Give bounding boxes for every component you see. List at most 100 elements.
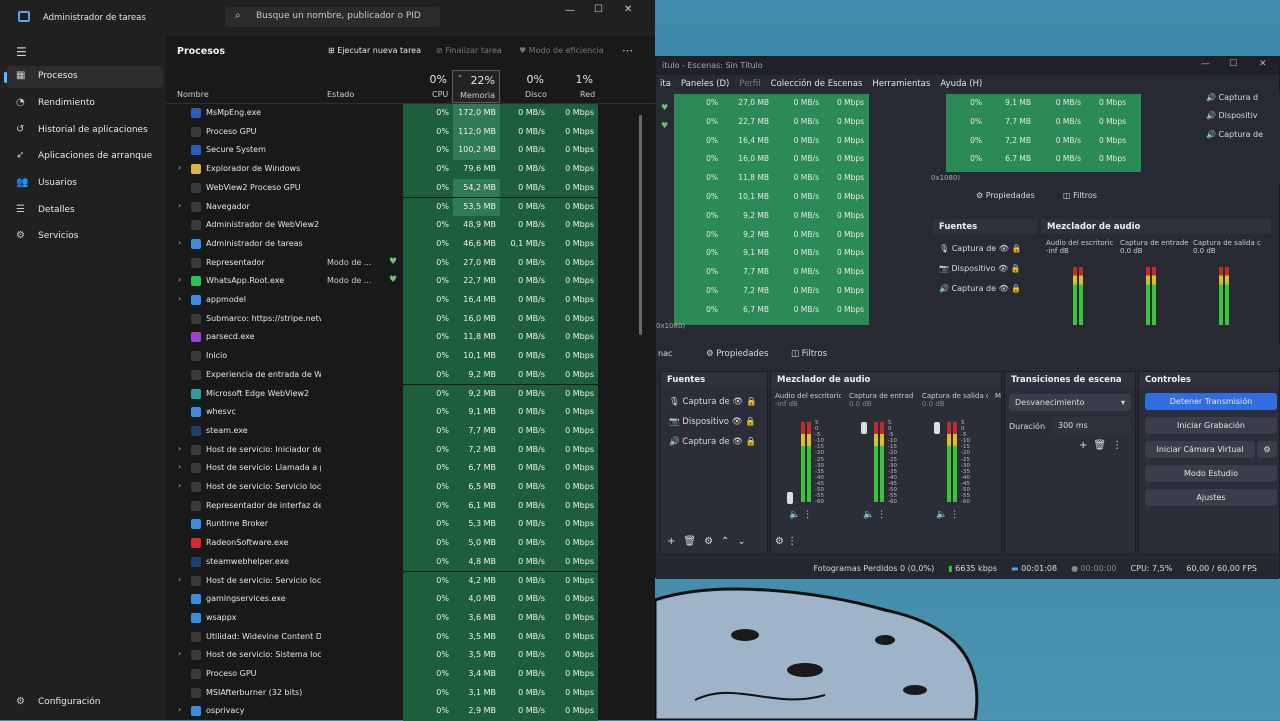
transition-select[interactable]: Desvanecimiento ▾ <box>1009 394 1131 411</box>
nav-settings[interactable]: ⚙ Configuración <box>6 692 163 714</box>
table-row[interactable]: › WhatsApp.Root.exe Modo de ... ♥ 0% 22,7 MB 0… <box>166 272 655 291</box>
table-row[interactable]: › Host de servicio: Servicio local 0% 4,2 M… <box>166 571 655 591</box>
expand-chevron-icon[interactable]: › <box>178 649 181 658</box>
scrollbar[interactable] <box>639 115 642 335</box>
table-row[interactable]: Utilidad: Widevine Content De... 0%3,5 MB… <box>166 627 655 647</box>
expand-chevron-icon[interactable]: › <box>178 201 181 210</box>
filters-button[interactable]: ◫ Filtros <box>791 349 827 359</box>
column-status[interactable]: Estado <box>327 90 354 99</box>
mute-icon[interactable]: 🔈 ⋮ <box>789 510 812 520</box>
table-row[interactable]: steam.exe 0% 7,7 MB 0 MB/s 0 Mbps <box>166 421 655 441</box>
settings-button[interactable]: Ajustes <box>1145 489 1277 506</box>
expand-chevron-icon[interactable]: › <box>178 481 181 490</box>
mute-icon[interactable]: 🔈 ⋮ <box>863 510 886 520</box>
nav-startup-apps[interactable]: ➶ Aplicaciones de arranque <box>6 146 163 168</box>
nav-processes[interactable]: ▦ Procesos <box>4 66 163 88</box>
table-row[interactable]: gamingservices.exe 0% 4,0 MB 0 MB/s 0 Mbps <box>166 590 655 609</box>
expand-chevron-icon[interactable]: › <box>178 163 181 172</box>
source-item[interactable]: 🎙 Captura de 👁 🔒 <box>939 239 1021 259</box>
table-row[interactable]: › Navegador 0% 53,5 MB 0 MB/s 0 Mbps <box>166 197 655 217</box>
nav-performance[interactable]: ◔ Rendimiento <box>6 93 163 115</box>
properties-button[interactable]: ⚙ Propiedades <box>706 349 768 359</box>
table-row[interactable]: Representador de interfaz de u... 0%6,1 M… <box>166 496 655 516</box>
volume-slider[interactable] <box>861 422 867 434</box>
source-item[interactable]: 🎙 Captura de 👁 🔒 <box>669 392 757 412</box>
table-row[interactable]: › Host de servicio: Sistema local... 0%3,5… <box>166 646 655 665</box>
column-name[interactable]: Nombre <box>177 90 209 99</box>
stop-streaming-button[interactable]: Detener Transmisión <box>1145 393 1277 410</box>
source-item[interactable]: 🔊 Captura de 👁 🔒 <box>939 279 1021 299</box>
nav-details[interactable]: ☰ Detalles <box>6 200 163 222</box>
table-row[interactable]: parsecd.exe 0% 11,8 MB 0 MB/s 0 Mbps <box>166 328 655 348</box>
table-row[interactable]: › Explorador de Windows 0% 79,6 MB 0 MB/s 0 M… <box>166 160 655 179</box>
table-row[interactable]: › Host de servicio: Llamada a pr... 0%6,7 … <box>166 459 655 478</box>
table-row[interactable]: › Host de servicio: Iniciador de ... 0% 7,2… <box>166 440 655 460</box>
menu-item-profile[interactable]: Perfil <box>739 79 760 89</box>
table-row[interactable]: Representador Modo de ... ♥ 0% 27,0 MB 0 MB/s… <box>166 253 655 273</box>
menu-item[interactable]: ita <box>660 79 671 89</box>
menu-item-scene-collection[interactable]: Colección de Escenas <box>771 79 863 89</box>
table-row[interactable]: › Host de servicio: Servicio local... 0%6,… <box>166 478 655 497</box>
table-row[interactable]: Experiencia de entrada de Win... 0%9,2 MB… <box>166 365 655 385</box>
end-task-button[interactable]: ⊘ Finalizar tarea <box>436 46 502 55</box>
maximize-icon[interactable]: ☐ <box>594 4 603 15</box>
table-row[interactable]: MSIAfterburner (32 bits) 0% 3,1 MB 0 MB/s 0 … <box>166 683 655 703</box>
minimize-icon[interactable]: — <box>1201 59 1210 69</box>
expand-chevron-icon[interactable]: › <box>178 238 181 247</box>
expand-chevron-icon[interactable]: › <box>178 462 181 471</box>
table-row[interactable]: whesvc 0% 9,1 MB 0 MB/s 0 Mbps <box>166 403 655 422</box>
transition-toolbar[interactable]: +🗑⋮ <box>1079 440 1128 451</box>
expand-chevron-icon[interactable]: › <box>178 575 181 584</box>
efficiency-mode-button[interactable]: ♥ Modo de eficiencia <box>519 46 604 55</box>
column-memory-sorted[interactable]: ⌄ 22% Memoria <box>452 70 500 103</box>
table-row[interactable]: wsappx 0% 3,6 MB 0 MB/s 0 Mbps <box>166 608 655 628</box>
expand-chevron-icon[interactable]: › <box>178 705 181 714</box>
menu-item-panels[interactable]: Paneles (D) <box>681 79 729 89</box>
table-row[interactable]: MsMpEng.exe 0% 172,0 MB 0 MB/s 0 Mbps <box>166 104 655 123</box>
table-row[interactable]: Secure System 0% 100,2 MB 0 MB/s 0 Mbps <box>166 141 655 161</box>
maximize-icon[interactable]: ☐ <box>1229 59 1237 69</box>
table-row[interactable]: Submarco: https://stripe.netw... 0% 16,0 M… <box>166 309 655 329</box>
new-task-button[interactable]: ⊞ Ejecutar nueva tarea <box>328 46 421 55</box>
source-item[interactable]: 📷 Dispositivo 👁 🔒 <box>669 412 757 432</box>
table-row[interactable]: Runtime Broker 0% 5,3 MB 0 MB/s 0 Mbps <box>166 515 655 535</box>
filters-button[interactable]: ◫ Filtros <box>1063 191 1097 200</box>
minimize-icon[interactable]: — <box>565 5 575 16</box>
source-item[interactable]: 🔊 Captura de 👁 🔒 <box>669 432 757 452</box>
mute-icon[interactable]: 🔈 ⋮ <box>936 510 959 520</box>
table-row[interactable]: Administrador de WebView2 0% 48,9 MB 0 MB/s… <box>166 216 655 235</box>
nav-users[interactable]: 👥 Usuarios <box>6 173 163 195</box>
source-item[interactable]: 🔊 Captura d <box>1206 93 1258 102</box>
table-row[interactable]: › appmodel 0% 16,4 MB 0 MB/s 0 Mbps <box>166 291 655 310</box>
sources-toolbar[interactable]: +🗑⚙⌃⌄ <box>667 536 754 547</box>
more-options-icon[interactable]: ⋯ <box>622 44 633 57</box>
table-row[interactable]: Inicio 0% 10,1 MB 0 MB/s 0 Mbps <box>166 347 655 366</box>
nav-app-history[interactable]: ↺ Historial de aplicaciones <box>6 120 163 142</box>
start-virtual-camera-button[interactable]: Iniciar Cámara Virtual <box>1145 441 1255 458</box>
column-disk[interactable]: Disco <box>525 90 547 99</box>
expand-chevron-icon[interactable]: › <box>178 444 181 453</box>
table-row[interactable]: Proceso GPU 0% 112,0 MB 0 MB/s 0 Mbps <box>166 122 655 142</box>
source-item[interactable]: 🔊 Captura de <box>1206 130 1263 139</box>
table-row[interactable]: › Administrador de tareas 0% 46,6 MB 0,1 MB/… <box>166 234 655 254</box>
column-cpu[interactable]: CPU <box>432 90 448 99</box>
start-recording-button[interactable]: Iniciar Grabación <box>1145 417 1277 434</box>
hamburger-menu-icon[interactable]: ☰ <box>16 45 27 59</box>
table-row[interactable]: steamwebhelper.exe 0% 4,8 MB 0 MB/s 0 Mbps <box>166 552 655 572</box>
duration-input[interactable]: 300 ms <box>1053 417 1131 434</box>
mixer-settings-icon[interactable]: ⚙ ⋮ <box>775 536 797 547</box>
nav-services[interactable]: ⚙ Servicios <box>6 226 163 248</box>
table-row[interactable]: Proceso GPU 0% 3,4 MB 0 MB/s 0 Mbps <box>166 665 655 684</box>
virtual-camera-settings-icon[interactable]: ⚙ <box>1257 441 1277 458</box>
column-network[interactable]: Red <box>580 90 595 99</box>
menu-item-help[interactable]: Ayuda (H) <box>940 79 982 89</box>
table-row[interactable]: › osprivacy 0% 2,9 MB 0 MB/s 0 Mbps <box>166 702 655 721</box>
source-item[interactable]: 🔊 Dispositiv <box>1206 111 1258 120</box>
expand-chevron-icon[interactable]: › <box>178 275 181 284</box>
table-row[interactable]: RadeonSoftware.exe 0% 5,0 MB 0 MB/s 0 Mbps <box>166 534 655 553</box>
search-input[interactable]: ⌕ Busque un nombre, publicador o PID <box>225 7 440 27</box>
volume-slider[interactable] <box>934 422 940 434</box>
studio-mode-button[interactable]: Modo Estudio <box>1145 465 1277 482</box>
source-item[interactable]: 📷 Dispositivo 👁 🔒 <box>939 259 1021 279</box>
menu-item-tools[interactable]: Herramientas <box>872 79 930 89</box>
